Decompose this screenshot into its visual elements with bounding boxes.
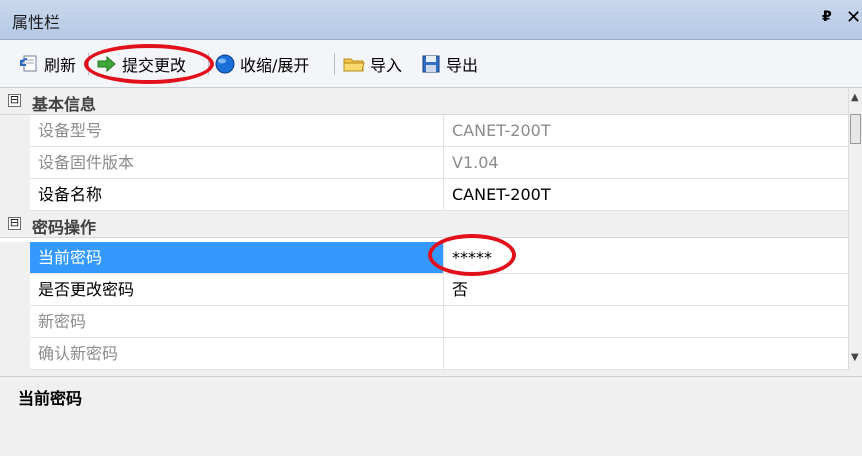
export-label: 导出 (446, 56, 479, 75)
property-value: V1.04 (452, 153, 499, 172)
refresh-icon (20, 55, 37, 72)
row-gutter (0, 306, 30, 338)
property-panel: 属性栏 ₽ ✕ 刷新 提交更改 收缩/展开 导入 导出 ⊟ 基本信息 设备型号 … (0, 0, 862, 456)
property-row-new-password[interactable]: 新密码 (0, 306, 848, 338)
close-icon[interactable]: ✕ (846, 7, 861, 28)
description-title: 当前密码 (18, 389, 83, 408)
scroll-down-icon[interactable]: ▼ (851, 352, 859, 363)
globe-icon (215, 54, 235, 74)
property-row-firmware-version[interactable]: 设备固件版本 V1.04 (0, 147, 848, 179)
annotation-circle (428, 234, 516, 276)
category-label: 基本信息 (32, 95, 97, 114)
property-grid: ⊟ 基本信息 设备型号 CANET-200T 设备固件版本 V1.04 设备名称… (0, 88, 848, 370)
category-label: 密码操作 (32, 218, 97, 237)
scroll-up-icon[interactable]: ▲ (851, 92, 859, 103)
property-name: 设备名称 (30, 179, 444, 210)
row-gutter (0, 338, 30, 370)
device-name-input[interactable]: CANET-200T (444, 179, 848, 210)
property-row-change-password[interactable]: 是否更改密码 否 (0, 274, 848, 306)
folder-icon (343, 58, 365, 72)
property-name: 当前密码 (30, 242, 444, 273)
refresh-label: 刷新 (44, 56, 77, 75)
collapse-expand-label: 收缩/展开 (240, 56, 310, 75)
property-name: 确认新密码 (30, 338, 444, 369)
confirm-password-input[interactable] (444, 338, 848, 369)
property-name: 设备型号 (30, 115, 444, 146)
description-pane: 当前密码 (0, 376, 862, 456)
collapse-expand-button[interactable]: 收缩/展开 (214, 52, 309, 76)
toolbar-separator (334, 53, 335, 75)
property-row-confirm-password[interactable]: 确认新密码 (0, 338, 848, 370)
property-row-device-model[interactable]: 设备型号 CANET-200T (0, 115, 848, 147)
change-password-select[interactable]: 否 (444, 274, 848, 305)
save-disk-icon (422, 55, 440, 73)
scroll-thumb[interactable] (850, 114, 861, 144)
pin-icon[interactable]: ₽ (822, 9, 832, 25)
row-gutter (0, 179, 30, 211)
panel-title: 属性栏 (12, 13, 61, 32)
row-gutter (0, 242, 30, 274)
property-name: 新密码 (30, 306, 444, 337)
category-password-ops[interactable]: ⊟ 密码操作 (0, 211, 848, 238)
row-gutter (0, 274, 30, 306)
vertical-scrollbar[interactable]: ▲ ▼ (848, 88, 862, 370)
row-gutter (0, 147, 30, 179)
import-button[interactable]: 导入 (342, 52, 402, 76)
collapse-toggle-icon[interactable]: ⊟ (8, 94, 21, 107)
property-row-current-password[interactable]: 当前密码 ***** (0, 242, 848, 274)
export-button[interactable]: 导出 (420, 52, 478, 76)
property-name: 设备固件版本 (30, 147, 444, 178)
row-gutter (0, 115, 30, 147)
collapse-toggle-icon[interactable]: ⊟ (8, 217, 21, 230)
refresh-button[interactable]: 刷新 (18, 52, 76, 76)
property-name: 是否更改密码 (30, 274, 444, 305)
import-label: 导入 (370, 56, 403, 75)
property-value: CANET-200T (452, 121, 551, 140)
annotation-circle (84, 44, 214, 84)
category-basic-info[interactable]: ⊟ 基本信息 (0, 88, 848, 115)
title-bar: 属性栏 ₽ ✕ (0, 0, 862, 40)
new-password-input[interactable] (444, 306, 848, 337)
property-row-device-name[interactable]: 设备名称 CANET-200T (0, 179, 848, 211)
